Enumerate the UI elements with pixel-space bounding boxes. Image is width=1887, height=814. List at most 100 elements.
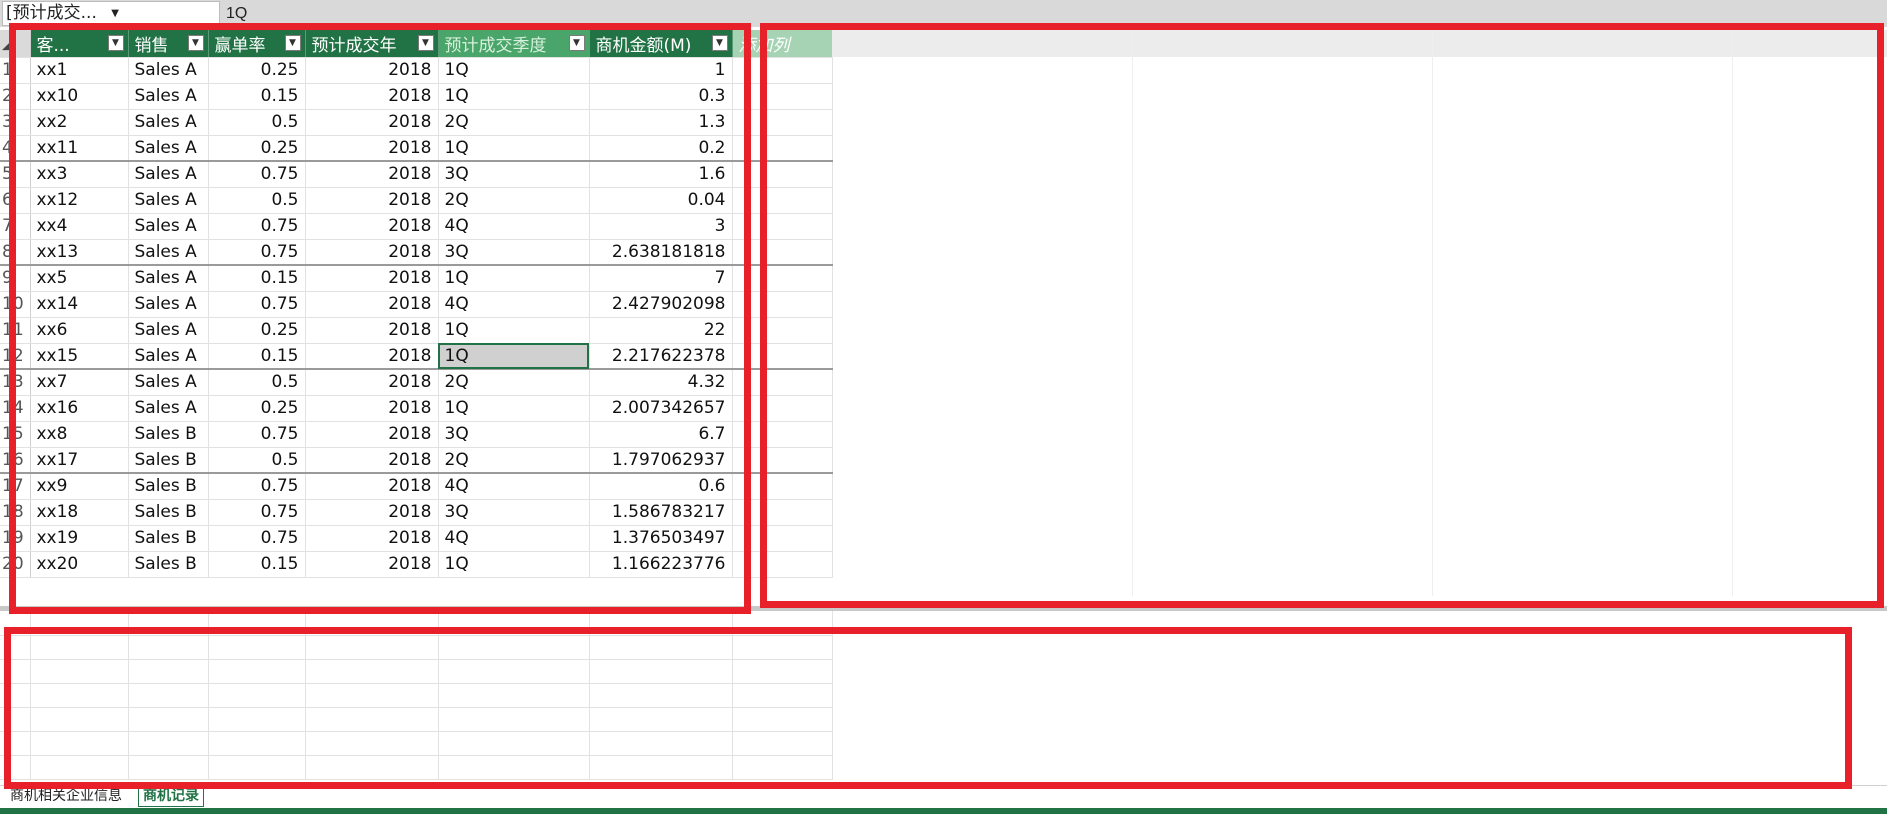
column-header-win-rate[interactable]: 赢单率 ▼: [208, 30, 306, 58]
row-number[interactable]: 17: [0, 472, 31, 500]
cell-amount[interactable]: 0.04: [589, 187, 733, 214]
empty-cell[interactable]: [0, 683, 31, 708]
cell-year[interactable]: 2018: [305, 291, 439, 318]
cell-quarter[interactable]: 1Q: [438, 551, 590, 578]
empty-cell[interactable]: [438, 755, 590, 780]
row-number[interactable]: 20: [0, 551, 31, 578]
cell-quarter[interactable]: 4Q: [438, 213, 590, 240]
cell-year[interactable]: 2018: [305, 135, 439, 162]
cell-win-rate[interactable]: 0.75: [208, 472, 306, 500]
cell-year[interactable]: 2018: [305, 109, 439, 136]
cell-win-rate[interactable]: 0.15: [208, 264, 306, 292]
cell-customer[interactable]: xx19: [30, 525, 129, 552]
cell-sales[interactable]: Sales A: [128, 264, 209, 292]
cell-year[interactable]: 2018: [305, 343, 439, 370]
empty-cell[interactable]: [0, 635, 31, 660]
cell-add-column[interactable]: [732, 291, 833, 318]
cell-sales[interactable]: Sales A: [128, 368, 209, 396]
cell-sales[interactable]: Sales A: [128, 395, 209, 422]
table-row[interactable]: 20 xx20 Sales B 0.15 2018 1Q 1.166223776: [0, 551, 833, 578]
cell-customer[interactable]: xx8: [30, 421, 129, 448]
cell-sales[interactable]: Sales A: [128, 57, 209, 84]
cell-amount[interactable]: 4.32: [589, 368, 733, 396]
cell-year[interactable]: 2018: [305, 525, 439, 552]
cell-amount[interactable]: 0.2: [589, 135, 733, 162]
empty-cell[interactable]: [305, 755, 439, 780]
empty-cell[interactable]: [30, 707, 129, 732]
cell-quarter[interactable]: 2Q: [438, 368, 590, 396]
empty-cell[interactable]: [589, 755, 733, 780]
cell-add-column[interactable]: [732, 213, 833, 240]
cell-customer[interactable]: xx18: [30, 499, 129, 526]
cell-sales[interactable]: Sales A: [128, 135, 209, 162]
cell-win-rate[interactable]: 0.5: [208, 447, 306, 474]
table-row[interactable]: 6 xx12 Sales A 0.5 2018 2Q 0.04: [0, 187, 833, 214]
empty-cell[interactable]: [305, 731, 439, 756]
cell-amount[interactable]: 3: [589, 213, 733, 240]
cell-add-column[interactable]: [732, 187, 833, 214]
cell-win-rate[interactable]: 0.75: [208, 291, 306, 318]
cell-amount[interactable]: 0.3: [589, 83, 733, 110]
empty-cell[interactable]: [208, 731, 306, 756]
cell-customer[interactable]: xx9: [30, 472, 129, 500]
cell-amount[interactable]: 1.6: [589, 160, 733, 188]
column-header-quarter[interactable]: 预计成交季度 ▼: [438, 30, 590, 58]
empty-cell[interactable]: [128, 635, 209, 660]
empty-cell[interactable]: [732, 683, 833, 708]
table-row[interactable]: 15 xx8 Sales B 0.75 2018 3Q 6.7: [0, 421, 833, 448]
empty-cell[interactable]: [732, 755, 833, 780]
cell-customer[interactable]: xx3: [30, 160, 129, 188]
empty-cell[interactable]: [208, 707, 306, 732]
cell-quarter[interactable]: 4Q: [438, 525, 590, 552]
row-number[interactable]: 18: [0, 499, 31, 526]
cell-quarter[interactable]: 1Q: [438, 57, 590, 84]
table-row[interactable]: 9 xx5 Sales A 0.15 2018 1Q 7: [0, 264, 833, 292]
cell-quarter[interactable]: 1Q: [438, 264, 590, 292]
empty-cell[interactable]: [305, 611, 439, 636]
empty-cell[interactable]: [30, 683, 129, 708]
cell-sales[interactable]: Sales A: [128, 239, 209, 266]
cell-customer[interactable]: xx16: [30, 395, 129, 422]
row-number[interactable]: 12: [0, 343, 31, 370]
empty-cell[interactable]: [732, 611, 833, 636]
empty-cell[interactable]: [128, 683, 209, 708]
filter-dropdown-icon[interactable]: ▼: [107, 35, 124, 51]
cell-win-rate[interactable]: 0.15: [208, 551, 306, 578]
column-header-year[interactable]: 预计成交年 ▼: [305, 30, 439, 58]
cell-customer[interactable]: xx2: [30, 109, 129, 136]
empty-cell[interactable]: [128, 659, 209, 684]
cell-customer[interactable]: xx5: [30, 264, 129, 292]
cell-add-column[interactable]: [732, 499, 833, 526]
table-row[interactable]: 19 xx19 Sales B 0.75 2018 4Q 1.376503497: [0, 525, 833, 552]
table-row[interactable]: 4 xx11 Sales A 0.25 2018 1Q 0.2: [0, 135, 833, 162]
cell-quarter[interactable]: 1Q: [438, 135, 590, 162]
cell-amount[interactable]: 6.7: [589, 421, 733, 448]
table-row[interactable]: 3 xx2 Sales A 0.5 2018 2Q 1.3: [0, 109, 833, 136]
cell-amount[interactable]: 2.007342657: [589, 395, 733, 422]
empty-cell[interactable]: [30, 755, 129, 780]
table-row[interactable]: 11 xx6 Sales A 0.25 2018 1Q 22: [0, 317, 833, 344]
cell-sales[interactable]: Sales A: [128, 317, 209, 344]
cell-year[interactable]: 2018: [305, 551, 439, 578]
cell-customer[interactable]: xx1: [30, 57, 129, 84]
cell-sales[interactable]: Sales A: [128, 83, 209, 110]
empty-cell[interactable]: [589, 635, 733, 660]
cell-quarter[interactable]: 4Q: [438, 472, 590, 500]
cell-win-rate[interactable]: 0.15: [208, 343, 306, 370]
empty-cell[interactable]: [732, 731, 833, 756]
empty-cell[interactable]: [0, 659, 31, 684]
cell-year[interactable]: 2018: [305, 395, 439, 422]
empty-cell[interactable]: [208, 755, 306, 780]
cell-add-column[interactable]: [732, 395, 833, 422]
cell-customer[interactable]: xx15: [30, 343, 129, 370]
row-number[interactable]: 4: [0, 135, 31, 162]
cell-customer[interactable]: xx10: [30, 83, 129, 110]
empty-cell[interactable]: [732, 635, 833, 660]
table-row[interactable]: 8 xx13 Sales A 0.75 2018 3Q 2.638181818: [0, 239, 833, 266]
column-header-add-column[interactable]: 添加列: [732, 30, 833, 58]
cell-add-column[interactable]: [732, 317, 833, 344]
cell-sales[interactable]: Sales A: [128, 187, 209, 214]
cell-year[interactable]: 2018: [305, 447, 439, 474]
cell-sales[interactable]: Sales A: [128, 160, 209, 188]
row-number[interactable]: 14: [0, 395, 31, 422]
